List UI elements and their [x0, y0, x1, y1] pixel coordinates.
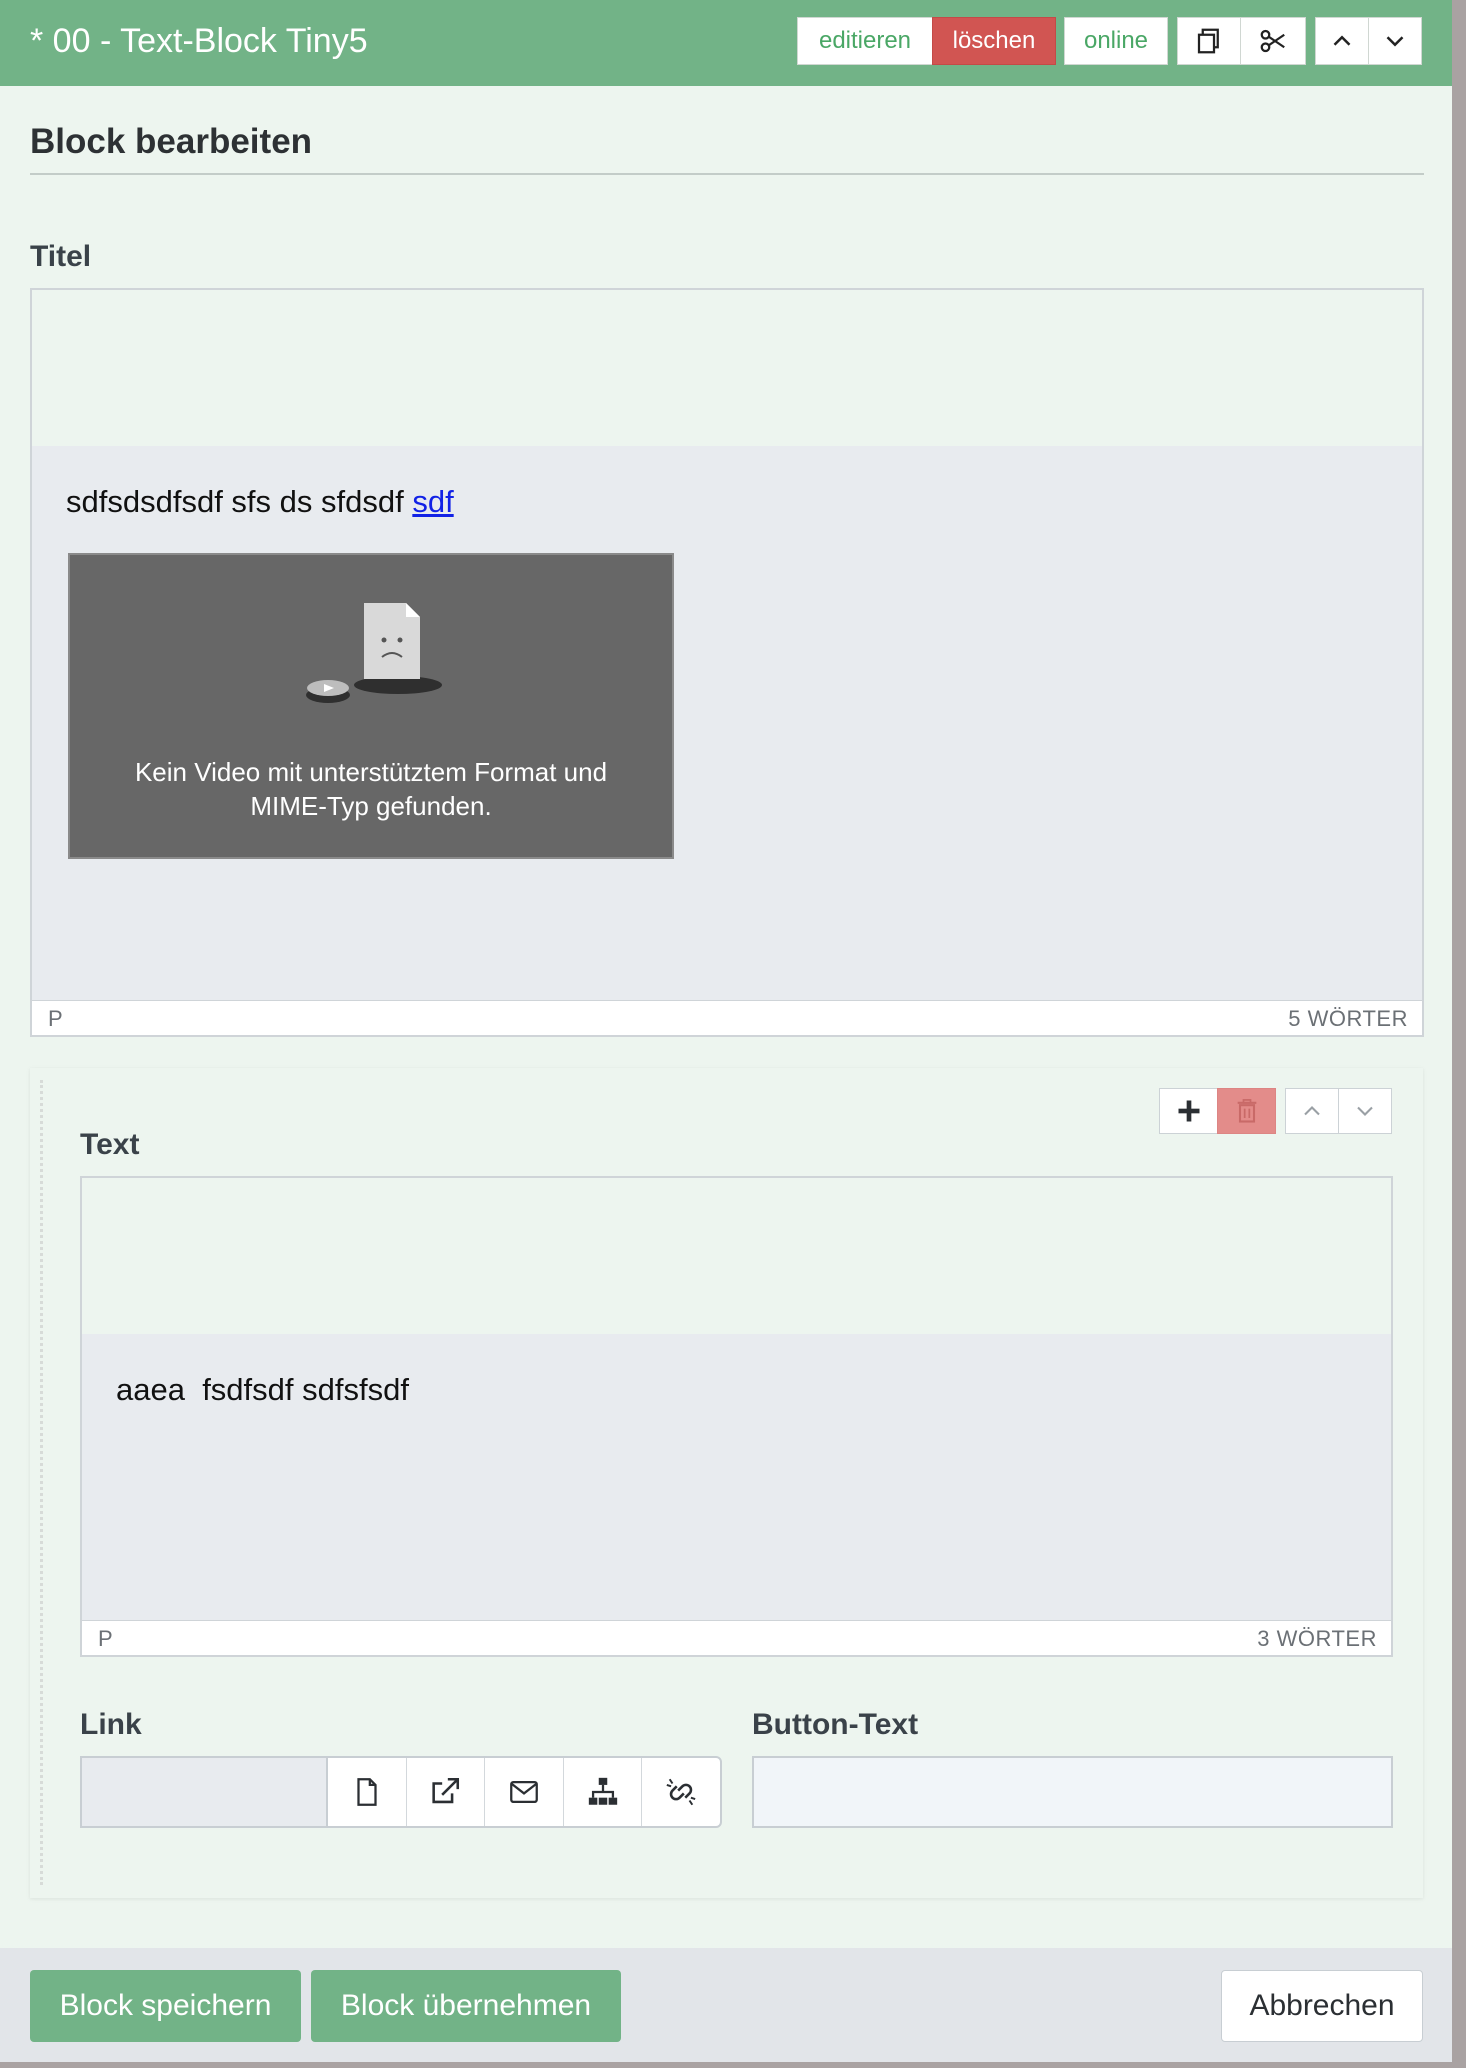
scissors-icon [1260, 29, 1285, 53]
video-error-line-2: MIME-Typ gefunden. [250, 791, 492, 821]
delete-button[interactable]: löschen [932, 17, 1056, 65]
edit-button[interactable]: editieren [797, 17, 933, 65]
chevron-up-icon [1333, 35, 1351, 46]
cancel-button[interactable]: Abbrechen [1221, 1970, 1423, 2042]
apply-block-button[interactable]: Block übernehmen [311, 1970, 621, 2042]
mail-link-button[interactable] [484, 1758, 563, 1826]
link-field-label: Link [80, 1708, 142, 1741]
text-editor-statusbar: P 3 WÖRTER [82, 1620, 1391, 1655]
title-element-path[interactable]: P [48, 1006, 63, 1032]
broken-video-icon [306, 603, 442, 703]
online-status-button[interactable]: online [1064, 17, 1168, 65]
video-placeholder: Kein Video mit unterstütztem Format und … [68, 553, 674, 859]
button-text-field-label: Button-Text [752, 1708, 919, 1741]
title-paragraph-link[interactable]: sdf [412, 484, 453, 519]
unlink-button[interactable] [641, 1758, 720, 1826]
block-edit-panel: * 00 - Text-Block Tiny5 editieren lösche… [0, 0, 1452, 2062]
copy-button[interactable] [1177, 17, 1241, 65]
item-move-down-button[interactable] [1338, 1088, 1392, 1134]
title-editor-paragraph: sdfsdsdfsdf sfs ds sfdsdf sdf [66, 484, 454, 520]
title-editor-statusbar: P 5 WÖRTER [32, 1000, 1422, 1035]
save-block-button[interactable]: Block speichern [30, 1970, 301, 2042]
add-item-button[interactable] [1159, 1088, 1218, 1134]
repeater-drag-rail[interactable] [40, 1080, 43, 1885]
block-header: * 00 - Text-Block Tiny5 editieren lösche… [0, 0, 1452, 86]
button-text-input[interactable] [752, 1756, 1393, 1828]
item-move-up-button[interactable] [1285, 1088, 1339, 1134]
delete-item-button[interactable] [1217, 1088, 1276, 1134]
move-down-button[interactable] [1368, 17, 1422, 65]
file-icon [357, 1778, 377, 1806]
chevron-up-icon [1304, 1106, 1320, 1116]
title-editor-toolbar [32, 290, 1422, 446]
chevron-down-icon [1386, 36, 1404, 47]
text-word-count: 3 WÖRTER [1257, 1626, 1377, 1651]
internal-link-button[interactable] [328, 1758, 406, 1826]
trash-icon [1237, 1099, 1256, 1123]
section-heading: Block bearbeiten [30, 122, 313, 161]
envelope-icon [510, 1780, 538, 1804]
copy-icon [1197, 28, 1219, 54]
external-link-button[interactable] [405, 1758, 485, 1826]
title-field-label: Titel [30, 240, 92, 273]
text-rich-text-editor[interactable]: P 3 WÖRTER [80, 1176, 1393, 1657]
link-input[interactable] [80, 1756, 328, 1828]
external-link-icon [432, 1777, 460, 1804]
text-element-path[interactable]: P [98, 1626, 113, 1652]
text-field-label: Text [80, 1128, 140, 1161]
text-editor-paragraph: aaea fsdfsdf sdfsfsdf [116, 1372, 409, 1407]
block-title: * 00 - Text-Block Tiny5 [30, 22, 368, 60]
cut-button[interactable] [1240, 17, 1306, 65]
sitemap-link-button[interactable] [562, 1758, 642, 1826]
title-paragraph-text: sdfsdsdfsdf sfs ds sfdsdf [66, 484, 413, 519]
move-up-button[interactable] [1315, 17, 1369, 65]
text-editor-toolbar [82, 1178, 1391, 1334]
title-word-count: 5 WÖRTER [1288, 1006, 1408, 1031]
unlink-icon [666, 1778, 696, 1806]
plus-icon [1178, 1100, 1199, 1122]
chevron-down-icon [1357, 1106, 1373, 1116]
video-error-message: Kein Video mit unterstütztem Format und … [70, 755, 672, 823]
link-button-group [326, 1756, 722, 1828]
video-error-line-1: Kein Video mit unterstütztem Format und [134, 757, 608, 787]
section-divider [30, 173, 1424, 175]
sitemap-icon [588, 1777, 617, 1805]
